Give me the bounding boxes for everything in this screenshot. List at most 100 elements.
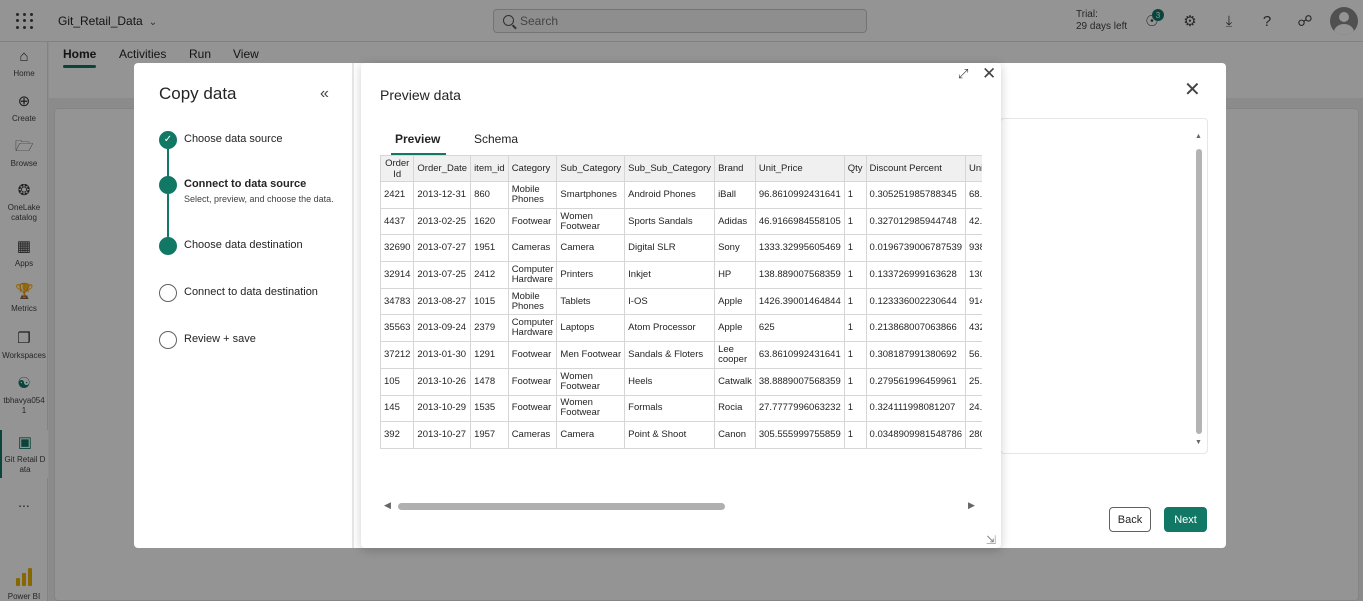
table-row: 4437 2013-02-25 1620 Footwear Women Footwear…	[380, 207, 982, 236]
scroll-right-icon[interactable]: ▶	[968, 500, 975, 511]
preview-table: Order Id Order_Date item_id Category Sub_Cat…	[380, 155, 982, 449]
column-header: Qty	[843, 155, 867, 182]
table-body: 2421 2013-12-31 860 Mobile Phones Smartphone…	[380, 181, 982, 449]
table-cell: 145	[380, 394, 415, 423]
table-cell: Women Footwear	[556, 207, 626, 236]
scrollbar-thumb[interactable]	[398, 503, 725, 510]
table-row: 2421 2013-12-31 860 Mobile Phones Smartphone…	[380, 181, 982, 209]
table-cell: 914.	[965, 287, 982, 316]
table-row: 37212 2013-01-30 1291 Footwear Men Footwear S…	[380, 341, 982, 369]
close-icon[interactable]: ✕	[1184, 77, 1201, 102]
tab-schema[interactable]: Schema	[474, 132, 518, 146]
table-cell: Printers	[556, 261, 626, 289]
scrollbar-thumb[interactable]	[1196, 149, 1202, 434]
table-cell: 1	[843, 421, 867, 449]
table-row: 34783 2013-08-27 1015 Mobile Phones Tablets I…	[380, 287, 982, 316]
table-cell: 35563	[380, 314, 415, 343]
table-cell: Computer Hardware	[507, 314, 558, 343]
resize-handle-icon[interactable]: ⇲	[986, 533, 996, 547]
step-label: Connect to data destination	[184, 286, 318, 298]
table-cell: 27.7777996063232	[754, 394, 845, 423]
table-cell: 1	[843, 181, 867, 209]
table-cell: Men Footwear	[556, 341, 626, 369]
table-cell: 96.8610992431641	[754, 181, 845, 209]
table-cell: 1426.39001464844	[754, 287, 845, 316]
table-cell: Formals	[624, 394, 716, 423]
step-label: Review + save	[184, 333, 256, 345]
table-cell: Cameras	[507, 421, 558, 449]
vertical-scrollbar[interactable]: ▲ ▼	[1195, 133, 1203, 449]
collapse-steps-icon[interactable]: «	[320, 85, 329, 103]
table-cell: 2013-07-27	[413, 234, 472, 263]
table-cell: 0.0196739006787539	[865, 234, 967, 263]
scroll-left-icon[interactable]: ◀	[384, 500, 391, 511]
table-cell: Sports Sandals	[624, 207, 716, 236]
column-header: Unit_	[965, 155, 982, 182]
table-row: 145 2013-10-29 1535 Footwear Women Footwear F…	[380, 394, 982, 423]
table-cell: 1	[843, 341, 867, 369]
table-cell: Rocia	[714, 394, 756, 423]
table-cell: Digital SLR	[624, 234, 716, 263]
table-cell: 2013-01-30	[413, 341, 472, 369]
table-cell: 2421	[380, 181, 415, 209]
table-cell: 1	[843, 287, 867, 316]
table-cell: 305.555999755859	[754, 421, 845, 449]
table-cell: Lee cooper	[714, 341, 756, 369]
step-indicator	[159, 237, 177, 255]
table-cell: 1	[843, 207, 867, 236]
table-cell: 46.9166984558105	[754, 207, 845, 236]
table-cell: Adidas	[714, 207, 756, 236]
column-header: Brand	[714, 155, 756, 182]
table-cell: Footwear	[507, 207, 558, 236]
table-cell: 938.	[965, 234, 982, 263]
horizontal-scrollbar[interactable]: ◀ ▶	[380, 499, 982, 513]
table-cell: 1291	[470, 341, 509, 369]
preview-table-container: Order Id Order_Date item_id Category Sub_Cat…	[380, 155, 982, 450]
table-cell: 1	[843, 367, 867, 396]
table-cell: 392	[380, 421, 415, 449]
close-icon[interactable]: ✕	[982, 64, 996, 84]
table-row: 32914 2013-07-25 2412 Computer Hardware Prin…	[380, 261, 982, 289]
table-cell: Tablets	[556, 287, 626, 316]
table-cell: 68.6	[965, 181, 982, 209]
table-cell: 63.8610992431641	[754, 341, 845, 369]
column-header: Order Id	[380, 155, 415, 182]
table-row: 105 2013-10-26 1478 Footwear Women Footwear H…	[380, 367, 982, 396]
table-cell: 0.123336002230644	[865, 287, 967, 316]
back-button[interactable]: Back	[1109, 507, 1151, 532]
table-cell: Apple	[714, 287, 756, 316]
table-cell: 1535	[470, 394, 509, 423]
table-cell: 2013-10-26	[413, 367, 472, 396]
table-cell: Point & Shoot	[624, 421, 716, 449]
expand-icon[interactable]: ⤢	[958, 66, 968, 82]
table-cell: 1620	[470, 207, 509, 236]
table-cell: 0.0348909981548786	[865, 421, 967, 449]
table-cell: 1951	[470, 234, 509, 263]
table-cell: Footwear	[507, 394, 558, 423]
column-header: Unit_Price	[754, 155, 845, 182]
dialog-title: Copy data	[159, 84, 237, 103]
column-header: Category	[507, 155, 558, 182]
table-cell: 2379	[470, 314, 509, 343]
table-cell: HP	[714, 261, 756, 289]
checkmark-icon: ✓	[159, 131, 177, 149]
table-cell: 2013-12-31	[413, 181, 472, 209]
scroll-down-icon[interactable]: ▼	[1195, 439, 1202, 446]
step-label: Choose data source	[184, 133, 283, 145]
table-cell: 1015	[470, 287, 509, 316]
table-cell: 2013-07-25	[413, 261, 472, 289]
table-cell: Catwalk	[714, 367, 756, 396]
table-cell: 2013-08-27	[413, 287, 472, 316]
table-cell: Canon	[714, 421, 756, 449]
step-description: Select, preview, and choose the data.	[184, 194, 334, 204]
table-header-row: Order Id Order_Date item_id Category Sub_Cat…	[380, 155, 982, 182]
table-cell: 1957	[470, 421, 509, 449]
table-cell: 105	[380, 367, 415, 396]
tab-preview[interactable]: Preview	[390, 132, 447, 155]
table-cell: 24.8	[965, 394, 982, 423]
table-cell: Mobile Phones	[507, 287, 558, 316]
table-row: 392 2013-10-27 1957 Cameras Camera Point & Sh…	[380, 421, 982, 449]
next-button[interactable]: Next	[1164, 507, 1207, 532]
table-cell: Smartphones	[556, 181, 626, 209]
scroll-up-icon[interactable]: ▲	[1195, 133, 1202, 140]
